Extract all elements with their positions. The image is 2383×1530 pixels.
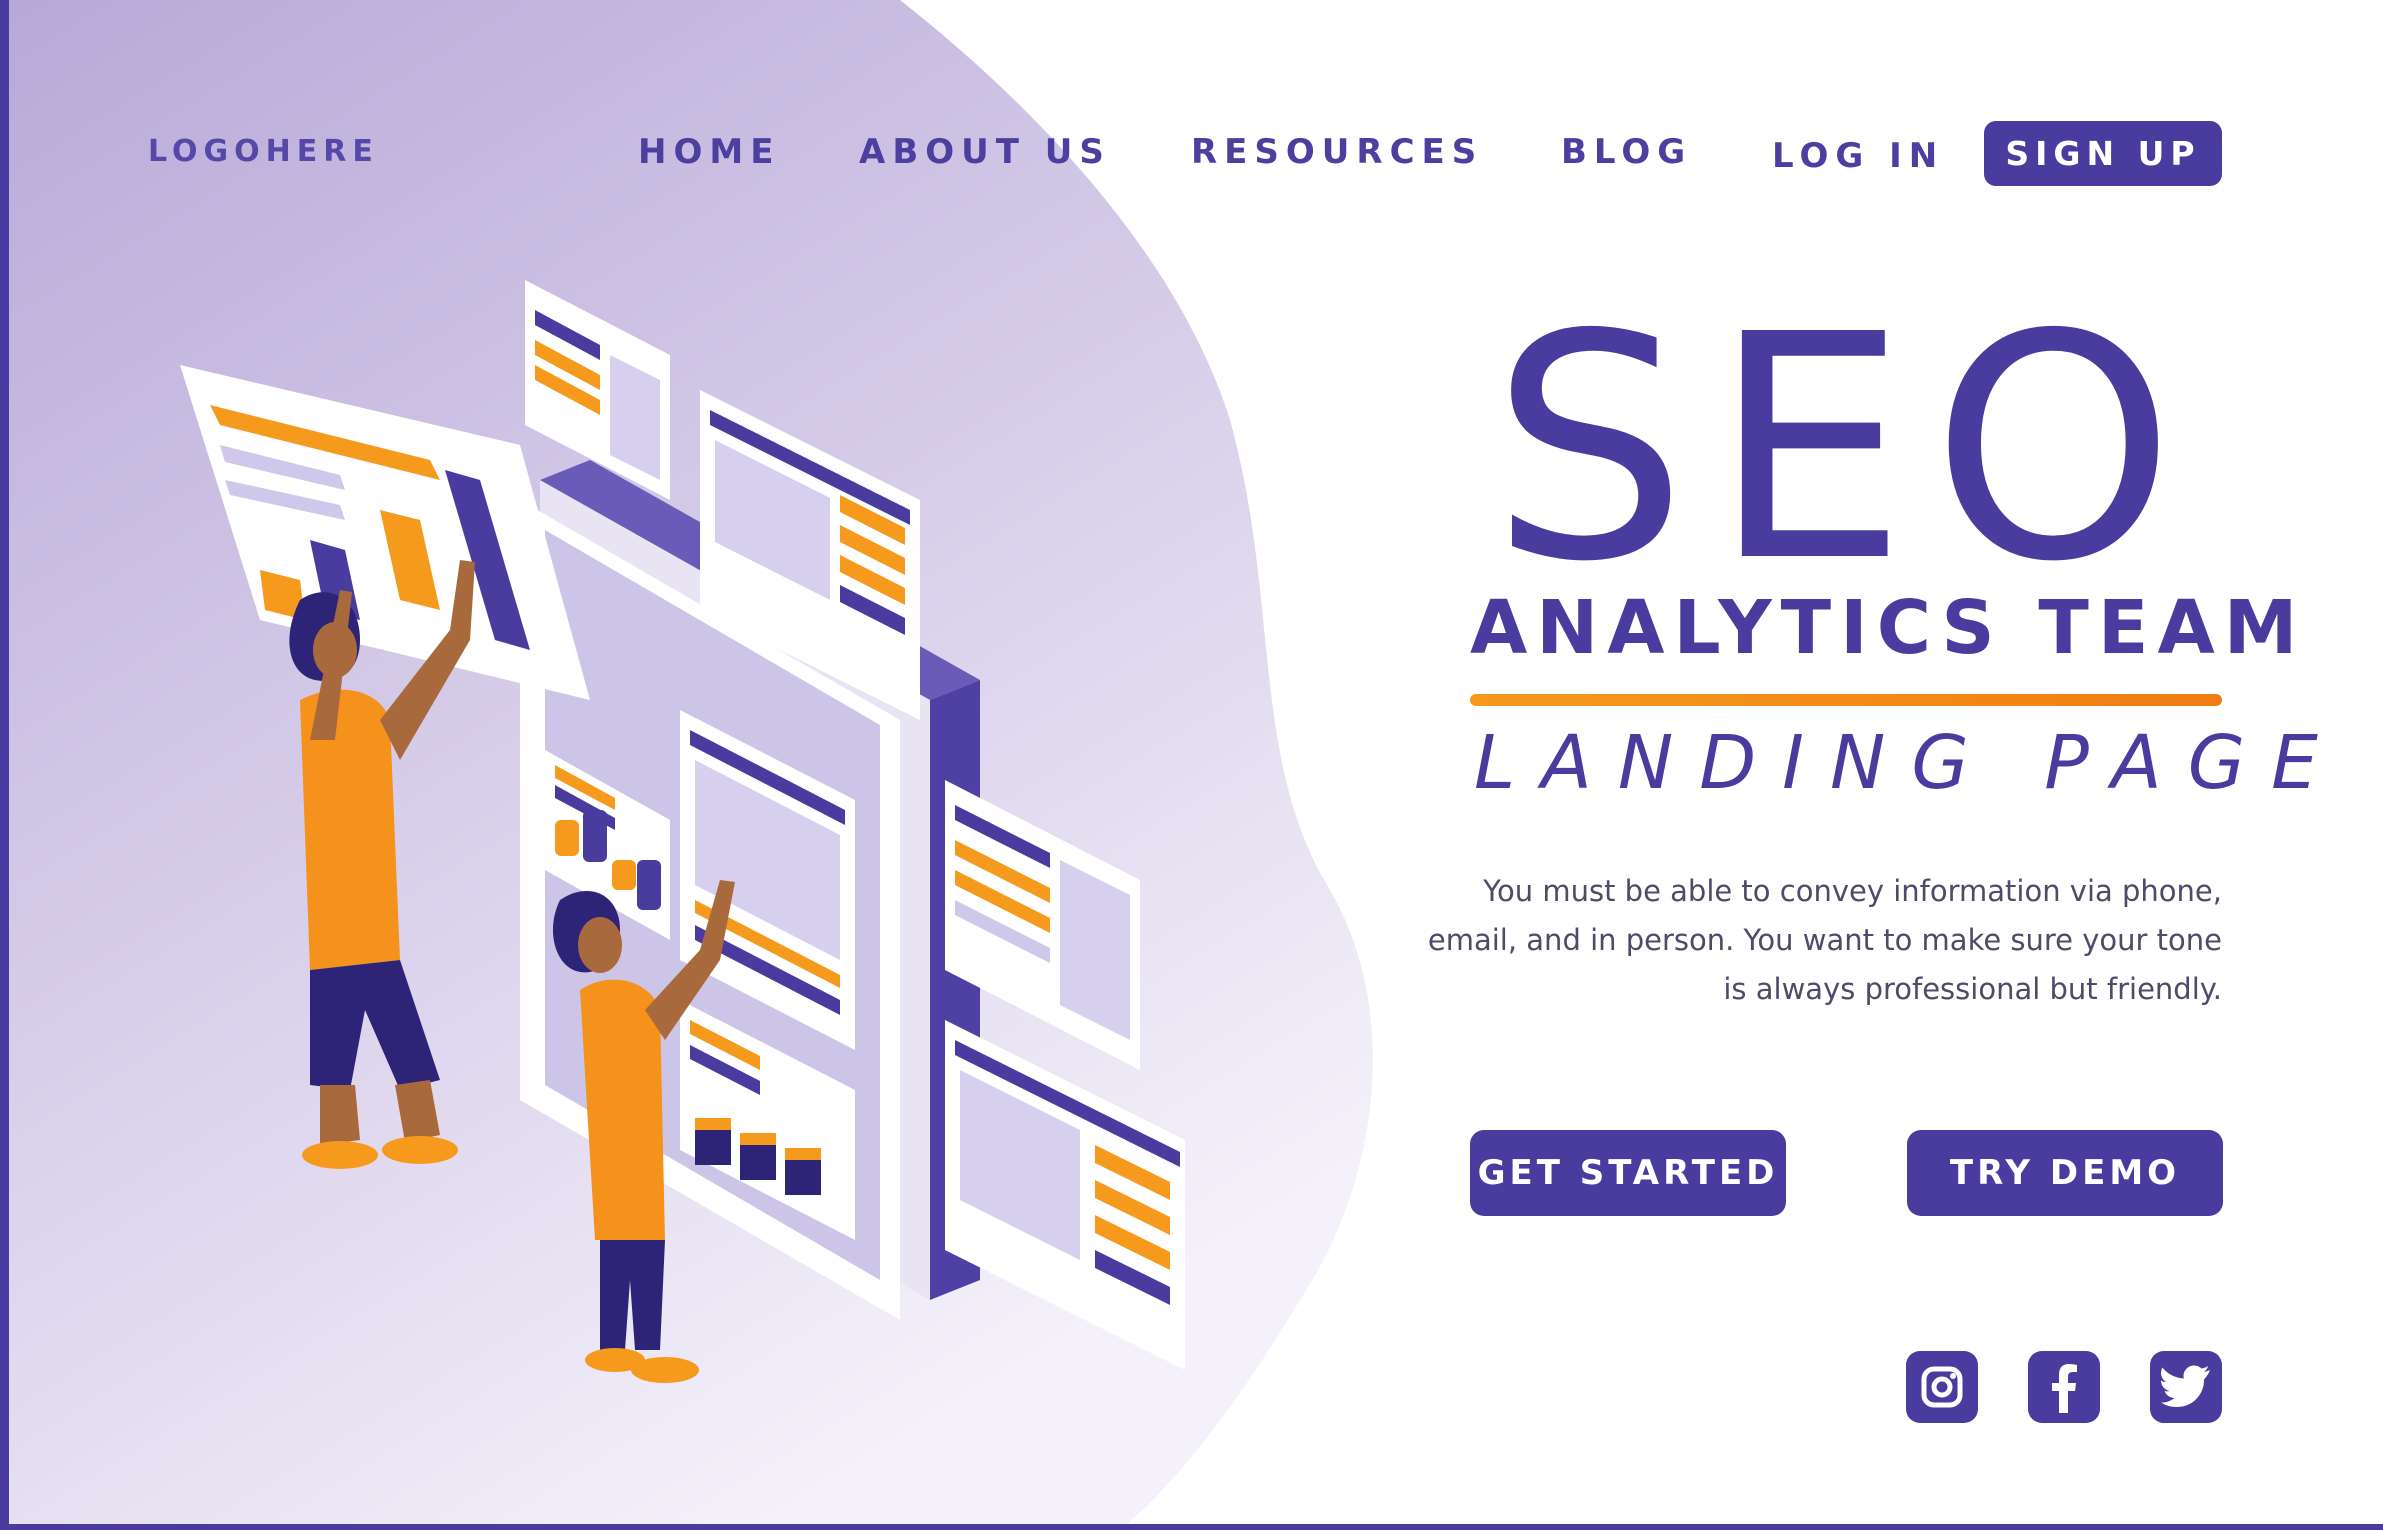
bottom-border [0,1524,2383,1530]
person-holding-panel [289,560,475,1169]
nav-home-link[interactable]: HOME [638,132,780,172]
try-demo-button[interactable]: TRY DEMO [1907,1130,2223,1216]
hero-description: You must be able to convey information v… [1400,867,2222,1014]
seo-team-illustration [180,280,1185,1383]
nav-resources-link[interactable]: RESOURCES [1191,132,1483,172]
instagram-icon[interactable] [1906,1351,1978,1423]
logo[interactable]: LOGOHERE [148,134,379,169]
hero-divider [1470,694,2222,706]
description-line: email, and in person. You want to make s… [1427,923,2222,957]
login-link[interactable]: LOG IN [1772,136,1944,176]
signup-button[interactable]: SIGN UP [1984,121,2222,186]
hero-tagline: LANDING PAGE [1474,720,2344,806]
top-navigation: LOGOHERE HOME ABOUT US RESOURCES BLOG LO… [0,0,2383,200]
facebook-icon[interactable] [2028,1351,2100,1423]
nav-blog-link[interactable]: BLOG [1561,132,1692,172]
hero-subtitle: ANALYTICS TEAM [1470,585,2307,671]
nav-about-link[interactable]: ABOUT US [859,132,1111,172]
description-line: You must be able to convey information v… [1483,874,2222,908]
left-border [0,0,9,1530]
get-started-button[interactable]: GET STARTED [1470,1130,1786,1216]
floating-panel-bottomright [945,1020,1185,1370]
hero-title: SEO [1490,269,2200,630]
twitter-icon[interactable] [2150,1351,2222,1423]
description-line: is always professional but friendly. [1723,972,2222,1006]
